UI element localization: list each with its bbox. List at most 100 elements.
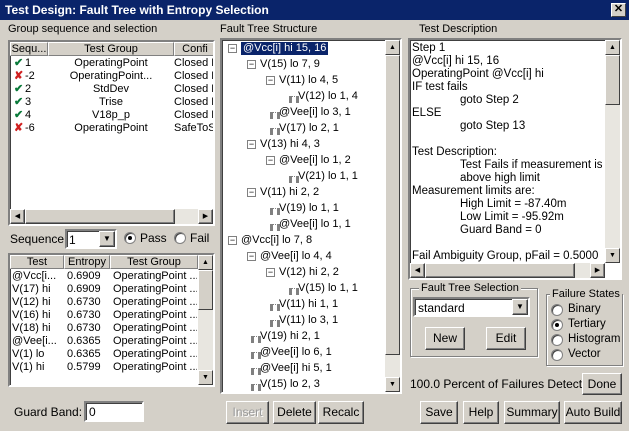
save-button[interactable]: Save [420,401,458,424]
expand-toggle-icon[interactable]: − [247,188,256,197]
tree-node[interactable]: @Vee[i] lo 1, 1 [279,218,351,231]
table-row[interactable]: ✔ 4 V18p_p Closed L [10,109,213,122]
table-row[interactable]: V(12) hi 0.6730 OperatingPoint ... [10,296,197,309]
table-row[interactable]: ✔ 1 OperatingPoint Closed L [10,57,213,70]
scroll-down-icon[interactable]: ▼ [385,377,400,392]
tree-node[interactable]: V(19) hi 2, 1 [260,330,320,343]
tree-node[interactable]: V(13) hi 4, 3 [260,138,320,151]
scroll-thumb[interactable] [385,55,400,355]
expand-toggle-icon[interactable]: − [266,76,275,85]
table-row[interactable]: V(17) hi 0.6909 OperatingPoint ... [10,283,197,296]
scroll-up-icon[interactable]: ▲ [198,255,213,270]
guard-band-input[interactable]: 0 [84,401,144,422]
entropy-vscroll[interactable]: ▲ ▼ [198,255,213,385]
delete-button[interactable]: Delete [273,401,316,424]
table-row[interactable]: @Vee[i... 0.6365 OperatingPoint ... [10,335,197,348]
scroll-up-icon[interactable]: ▲ [605,40,620,55]
failure-state-radio[interactable] [551,304,563,316]
tree-node[interactable]: V(15) lo 1, 1 [298,282,358,295]
chevron-down-icon[interactable]: ▼ [99,231,115,247]
column-header-sequence[interactable]: Sequ... [10,42,48,56]
fault-tree-dropdown[interactable]: standard ▼ [413,297,530,317]
description-line: Fail Ambiguity Group, pFail = 0.5000 [412,250,599,262]
chevron-down-icon[interactable]: ▼ [512,299,528,315]
table-row[interactable]: ✘ -6 OperatingPoint SafeToS [10,122,213,135]
test-cell: @Vee[i... [12,335,57,347]
help-button[interactable]: Help [463,401,499,424]
tree-node[interactable]: V(17) lo 2, 1 [279,122,339,135]
expand-toggle-icon[interactable]: − [266,268,275,277]
description-hscroll[interactable]: ◀ ▶ [410,263,605,278]
expand-toggle-icon[interactable]: − [228,44,237,53]
tree-node[interactable]: V(19) lo 1, 1 [279,202,339,215]
tree-node[interactable]: V(11) lo 3, 1 [279,314,338,327]
edit-button[interactable]: Edit [486,327,526,350]
test-description-box[interactable]: Step 1 @Vcc[i] hi 15, 16 OperatingPoint @V… [408,38,622,280]
sequence-dropdown[interactable]: 1 ▼ [65,229,117,249]
entropy-table[interactable]: Test Entropy Test Group @Vcc[i... 0.6909 O… [8,253,215,387]
failure-state-radio[interactable] [551,319,563,331]
scroll-right-icon[interactable]: ▶ [198,209,213,224]
scroll-up-icon[interactable]: ▲ [385,40,400,55]
tree-node[interactable]: @Vee[i] lo 4, 4 [260,250,332,263]
tree-node[interactable]: @Vcc[i] hi 15, 16 [241,42,329,55]
auto-build-button[interactable]: Auto Build [564,401,622,424]
scroll-right-icon[interactable]: ▶ [590,263,605,278]
entropy-cell: 0.6730 [67,296,101,308]
scroll-thumb[interactable] [25,209,175,224]
column-header-test[interactable]: Test [10,255,64,269]
tree-node[interactable]: @Vee[i] lo 3, 1 [279,106,351,119]
new-button[interactable]: New [425,327,465,350]
table-row[interactable]: V(18) hi 0.6730 OperatingPoint ... [10,322,197,335]
column-header-test-group[interactable]: Test Group [48,42,174,56]
table-row[interactable]: ✔ 3 Trise Closed L [10,96,213,109]
failure-state-radio[interactable] [551,334,563,346]
scroll-thumb[interactable] [198,270,213,310]
scroll-thumb[interactable] [605,55,620,105]
table-row[interactable]: V(1) lo 0.6365 OperatingPoint ... [10,348,197,361]
close-icon[interactable]: ✕ [611,3,626,17]
tree-node[interactable]: @Vee[i] lo 1, 2 [279,154,351,167]
tree-node[interactable]: V(15) lo 7, 9 [260,58,320,71]
column-header-entropy[interactable]: Entropy [64,255,110,269]
table-row[interactable]: V(1) hi 0.5799 OperatingPoint ... [10,361,197,374]
column-header-config[interactable]: Confi [174,42,213,56]
failure-state-radio[interactable] [551,349,563,361]
insert-button[interactable]: Insert [226,401,269,424]
tree-node[interactable]: @Vcc[i] lo 7, 8 [241,234,312,247]
description-vscroll[interactable]: ▲ ▼ [605,40,620,263]
recalc-button[interactable]: Recalc [318,401,364,424]
tree-node[interactable]: V(15) lo 2, 3 [260,378,320,391]
expand-toggle-icon[interactable]: − [266,156,275,165]
group-list[interactable]: Sequ... Test Group Confi ✔ 1 OperatingPoin… [8,40,215,226]
done-button[interactable]: Done [582,373,622,395]
tree-node[interactable]: @Vee[i] hi 5, 1 [260,362,332,375]
fault-tree-view[interactable]: − @Vcc[i] hi 15, 16− V(15) lo 7, 9− V(11) l… [220,38,402,394]
pass-radio[interactable] [124,232,136,244]
tree-node[interactable]: V(11) lo 4, 5 [279,74,338,87]
table-row[interactable]: ✔ 2 StdDev Closed L [10,83,213,96]
scroll-down-icon[interactable]: ▼ [198,370,213,385]
tree-node[interactable]: V(11) hi 2, 2 [260,186,319,199]
group-list-hscroll[interactable]: ◀ ▶ [10,209,213,224]
expand-toggle-icon[interactable]: − [247,60,256,69]
column-header-test-group[interactable]: Test Group [110,255,198,269]
tree-node[interactable]: V(21) lo 1, 1 [298,170,358,183]
tree-node[interactable]: V(11) hi 1, 1 [279,298,338,311]
scroll-left-icon[interactable]: ◀ [10,209,25,224]
scroll-left-icon[interactable]: ◀ [410,263,425,278]
table-row[interactable]: ✘ -2 OperatingPoint... Closed L [10,70,213,83]
table-row[interactable]: V(16) hi 0.6730 OperatingPoint ... [10,309,197,322]
fault-tree-vscroll[interactable]: ▲ ▼ [385,40,400,392]
expand-toggle-icon[interactable]: − [228,236,237,245]
fail-radio[interactable] [174,232,186,244]
summary-button[interactable]: Summary [504,401,560,424]
tree-node[interactable]: V(12) hi 2, 2 [279,266,339,279]
table-row[interactable]: @Vcc[i... 0.6909 OperatingPoint ... [10,270,197,283]
scroll-thumb[interactable] [425,263,575,278]
expand-toggle-icon[interactable]: − [247,252,256,261]
tree-node[interactable]: @Vee[i] lo 6, 1 [260,346,332,359]
tree-node[interactable]: V(12) lo 1, 4 [298,90,358,103]
scroll-down-icon[interactable]: ▼ [605,248,620,263]
expand-toggle-icon[interactable]: − [247,140,256,149]
